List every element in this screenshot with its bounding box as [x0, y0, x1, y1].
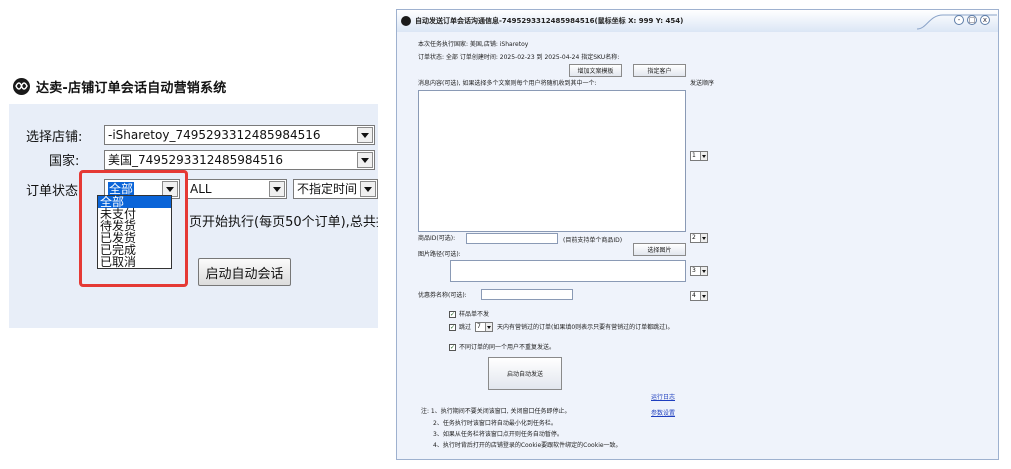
product-id-note: (目前支持单个商品ID) — [563, 237, 623, 244]
chevron-down-icon[interactable] — [700, 292, 707, 300]
coupon-label: 优惠券名称(可选): — [418, 292, 467, 299]
highlight-box — [79, 170, 188, 287]
send-order-select-4[interactable]: 4 — [690, 291, 708, 301]
title-bar: 自动发送订单会话沟通信息-7495293312485984516(鼠标坐标 X:… — [397, 10, 998, 32]
skip-days-select[interactable]: 7 — [475, 322, 493, 332]
product-id-label: 商品ID(可选): — [418, 235, 456, 242]
skip-days-checkbox[interactable]: ✓ — [449, 324, 456, 331]
no-repeat-checkbox[interactable]: ✓ — [449, 344, 456, 351]
chevron-down-icon[interactable] — [700, 152, 707, 160]
note-line-3: 3、如果从任务栏将该窗口点开则任务自动暂停。 — [433, 431, 563, 438]
image-path-input[interactable] — [450, 260, 686, 282]
store-select[interactable]: -iSharetoy_7495293312485984516 — [104, 125, 375, 145]
image-path-label: 图片路径(可选): — [418, 251, 461, 258]
send-order-value: 3 — [692, 267, 696, 274]
no-repeat-label: 不同订单的同一个用户不重复发送。 — [459, 344, 556, 351]
store-select-value: -iSharetoy_7495293312485984516 — [108, 128, 321, 142]
task-info-line1: 本次任务执行国家: 美国,店铺: iSharetoy — [418, 41, 529, 48]
task-info-line2: 订单状态: 全部 订单创建时间: 2025-02-23 到 2025-04-24… — [418, 54, 620, 61]
minimize-button[interactable]: - — [954, 15, 964, 25]
country-select[interactable]: 美国_7495293312485984516 — [104, 150, 375, 170]
page-info-text: 页开始执行(每页50个订单),总共执行 — [189, 215, 378, 230]
country-label: 国家: — [49, 154, 80, 169]
send-order-label: 发送顺序 — [690, 80, 715, 87]
send-order-value: 2 — [692, 234, 696, 241]
coupon-input[interactable] — [481, 289, 573, 300]
send-order-value: 4 — [692, 292, 696, 299]
restore-button[interactable]: □ — [967, 15, 977, 25]
chevron-down-icon[interactable] — [485, 323, 492, 331]
chevron-down-icon[interactable] — [700, 234, 707, 242]
product-id-input[interactable] — [466, 233, 558, 244]
close-button[interactable]: x — [980, 15, 990, 25]
chevron-down-icon[interactable] — [357, 127, 373, 143]
chevron-down-icon[interactable] — [357, 152, 373, 168]
select-image-button[interactable]: 选择图片 — [633, 243, 686, 256]
param-settings-link[interactable]: 参数设置 — [651, 408, 675, 417]
add-template-button[interactable]: 增加文案模板 — [569, 64, 622, 77]
skip-days-suffix: 天内有营销过的订单(如果填0则表示只要有营销过的订单都跳过)。 — [497, 324, 674, 331]
send-order-select-1[interactable]: 1 — [690, 151, 708, 161]
sample-order-checkbox[interactable]: ✓ — [449, 311, 456, 318]
chevron-down-icon[interactable] — [700, 267, 707, 275]
chevron-down-icon[interactable] — [269, 181, 285, 197]
title-bar: 达卖-店铺订单会话自动营销系统 — [9, 68, 378, 104]
store-label: 选择店铺: — [26, 130, 83, 145]
window-title: 达卖-店铺订单会话自动营销系统 — [36, 80, 227, 96]
skip-days-value: 7 — [477, 323, 481, 330]
start-auto-session-button[interactable]: 启动自动会话 — [198, 258, 291, 286]
message-content-label: 消息内容(可选), 如果选择多个文案则每个用户将随机收到其中一个: — [418, 80, 597, 87]
skip-days-prefix: 跳过 — [459, 324, 472, 331]
start-auto-send-button[interactable]: 启动自动发送 — [488, 357, 562, 390]
note-line-4: 4、执行时背后打开的店铺登录的Cookie要跟软件绑定的Cookie一致。 — [433, 442, 622, 449]
app-logo-icon — [13, 77, 30, 95]
sample-order-label: 样品单不发 — [459, 311, 490, 318]
send-order-value: 1 — [692, 152, 696, 159]
message-content-area[interactable] — [418, 90, 686, 232]
send-order-select-2[interactable]: 2 — [690, 233, 708, 243]
assign-customer-button[interactable]: 指定客户 — [633, 64, 686, 77]
note-line-1: 注: 1、执行期间不要关闭该窗口, 关闭窗口任务即停止。 — [421, 408, 571, 415]
run-log-link[interactable]: 运行日志 — [651, 392, 675, 401]
chevron-down-icon[interactable] — [360, 181, 376, 197]
country-select-value: 美国_7495293312485984516 — [108, 153, 284, 167]
send-order-select-3[interactable]: 3 — [690, 266, 708, 276]
time-select[interactable]: 不指定时间 — [293, 179, 378, 199]
time-select-value: 不指定时间 — [297, 182, 358, 196]
window-title: 自动发送订单会话沟通信息-7495293312485984516(鼠标坐标 X:… — [415, 17, 684, 25]
note-line-2: 2、任务执行时该窗口将自动最小化到任务栏。 — [433, 420, 557, 427]
order-status-label: 订单状态: — [26, 184, 83, 199]
app-logo-icon — [401, 16, 411, 26]
order-type-select[interactable]: ALL — [186, 179, 287, 199]
order-type-value: ALL — [190, 182, 212, 196]
